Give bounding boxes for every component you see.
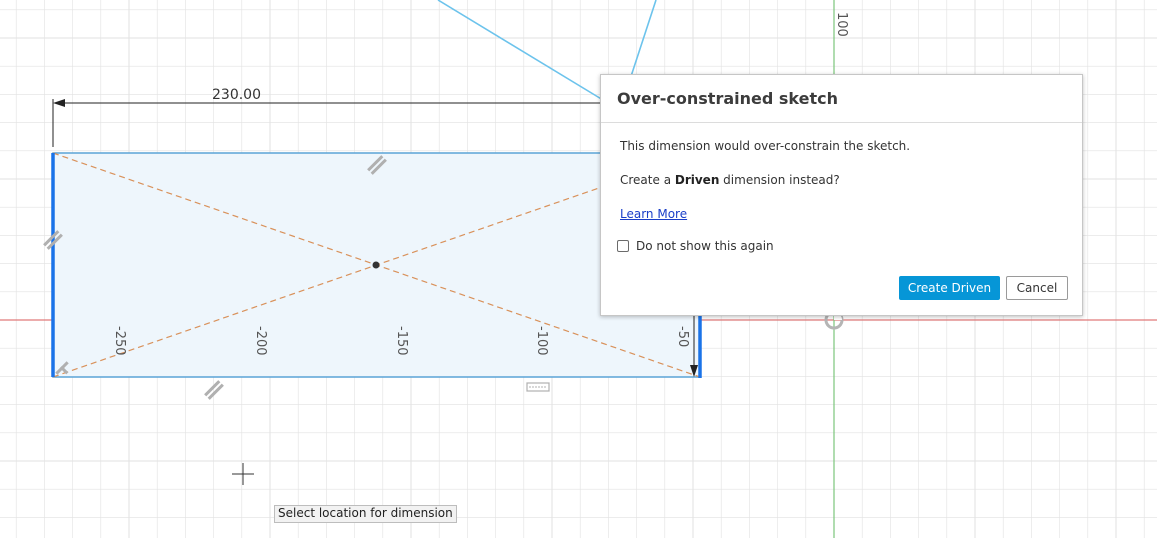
dialog-message: This dimension would over-constrain the … xyxy=(620,139,911,153)
x-axis-tick-label: -100 xyxy=(534,326,549,356)
x-axis-tick-label: -150 xyxy=(394,326,409,356)
cancel-button[interactable]: Cancel xyxy=(1006,276,1068,300)
projected-line xyxy=(437,0,604,101)
create-driven-button[interactable]: Create Driven xyxy=(899,276,1000,300)
over-constrained-dialog: Over-constrained sketch This dimension w… xyxy=(600,74,1083,316)
midpoint[interactable] xyxy=(372,261,380,269)
dimension-value[interactable]: 230.00 xyxy=(212,87,261,103)
dialog-question: Create a Driven dimension instead? xyxy=(620,173,840,187)
parallel-constraint-icon[interactable] xyxy=(204,380,224,400)
do-not-show-label[interactable]: Do not show this again xyxy=(636,239,774,253)
x-axis-tick-label: -50 xyxy=(675,326,690,347)
dimension-tooltip: Select location for dimension xyxy=(274,505,457,523)
y-axis-tick-label: 100 xyxy=(834,12,849,37)
learn-more-link[interactable]: Learn More xyxy=(620,207,687,221)
do-not-show-row[interactable]: Do not show this again xyxy=(617,239,774,253)
crosshair-cursor-icon xyxy=(232,463,254,485)
dialog-divider xyxy=(601,122,1082,123)
dimension-arrow-icon xyxy=(53,99,65,107)
horizontal-constraint-icon[interactable] xyxy=(526,382,550,392)
question-suffix: dimension instead? xyxy=(719,173,840,187)
x-axis-tick-label: -200 xyxy=(253,326,268,356)
dialog-title: Over-constrained sketch xyxy=(617,89,838,108)
do-not-show-checkbox[interactable] xyxy=(617,240,629,252)
question-bold: Driven xyxy=(674,173,720,187)
question-prefix: Create a xyxy=(620,173,675,187)
x-axis-tick-label: -250 xyxy=(112,326,127,356)
